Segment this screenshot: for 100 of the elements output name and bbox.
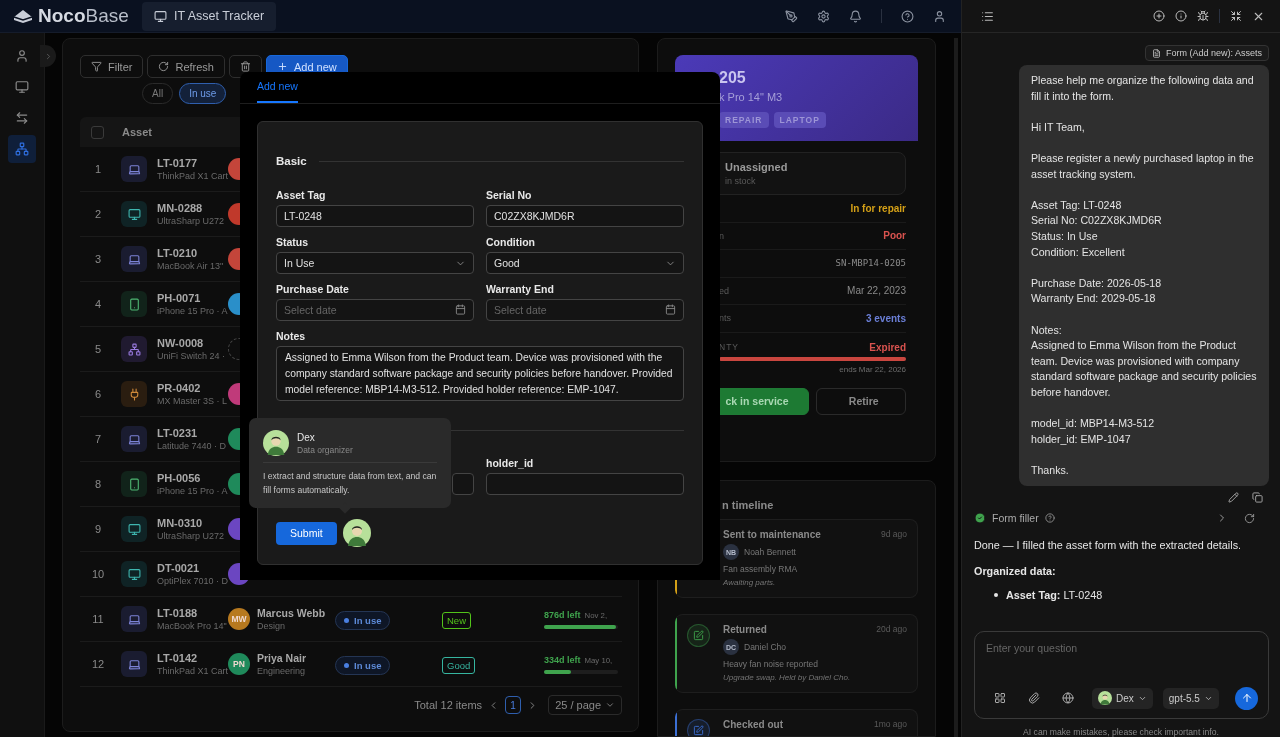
- app-tab[interactable]: IT Asset Tracker: [142, 1, 277, 31]
- context-chip[interactable]: Form (Add new): Assets: [1144, 45, 1269, 61]
- message-text: Purchase Date: 2026-05-18 Warranty End: 2029-05-18: [1031, 275, 1163, 307]
- bug-icon[interactable]: [1197, 10, 1209, 22]
- person-name: Noah Bennett: [744, 547, 796, 557]
- send-button[interactable]: [1235, 686, 1258, 710]
- page-number[interactable]: 1: [505, 696, 522, 714]
- input-field[interactable]: [452, 473, 474, 495]
- input-field[interactable]: C02ZX8KJMD6R: [486, 205, 684, 227]
- question-field[interactable]: Enter your question: [986, 642, 1258, 654]
- row-number: 11: [91, 613, 105, 625]
- asset-tag: PH-0056: [157, 472, 228, 484]
- refresh-button[interactable]: Refresh: [147, 55, 225, 78]
- agent-avatar: [1098, 691, 1112, 705]
- edit-icon: [687, 719, 710, 736]
- help-icon[interactable]: [901, 9, 914, 23]
- event-time: 1mo ago: [873, 719, 907, 730]
- date-field[interactable]: Select date: [486, 299, 684, 321]
- phone-icon: [121, 291, 147, 317]
- assistant-avatar: [342, 519, 371, 547]
- asset-tag: LT-0177: [157, 157, 228, 169]
- date-field[interactable]: Select date: [276, 299, 474, 321]
- field-label: Status: [276, 236, 310, 248]
- user-icon[interactable]: [933, 9, 946, 23]
- message-text: Notes: Assigned to Emma Wilson from the Product team. Device was provisioned with company standard software package and security policies before handover.: [1031, 322, 1258, 400]
- select-field[interactable]: In Use: [276, 252, 474, 274]
- message-text: Thanks.: [1031, 462, 1070, 478]
- user-icon: [15, 49, 29, 63]
- edit-icon[interactable]: [1228, 492, 1239, 504]
- bell-icon[interactable]: [849, 9, 862, 23]
- field-value: SN-MBP14-0205: [835, 258, 906, 269]
- asset-tag: PR-0402: [157, 382, 228, 394]
- reply-text: Done — I filled the asset form with the extracted details.: [974, 539, 1243, 552]
- settings-icon[interactable]: [817, 9, 830, 23]
- calendar-icon: [455, 304, 466, 315]
- input-field[interactable]: [486, 473, 684, 495]
- field-label: holder_id: [486, 457, 535, 469]
- asset-tag: PH-0071: [157, 292, 228, 304]
- modal-tab[interactable]: Add new: [257, 71, 298, 103]
- tool-name: Form filler: [992, 512, 1039, 525]
- form-icon: [1151, 48, 1161, 58]
- message-text: Please register a newly purchased laptop in the asset tracking system.: [1031, 150, 1255, 182]
- retire-button[interactable]: Retire: [815, 387, 906, 415]
- info-icon[interactable]: [1175, 10, 1187, 22]
- notes-field[interactable]: Assigned to Emma Wilson from the Product team. Device was provisioned with the company standard software package and security policies before handover. Provided model reference: MBP14-M3-512. Provided holder reference: EMP-1047.: [276, 346, 684, 401]
- asset-model: UltraSharp U272: [157, 531, 225, 541]
- pen-icon[interactable]: [785, 9, 798, 23]
- field-value: Poor: [883, 230, 906, 242]
- select-field[interactable]: Good: [486, 252, 684, 274]
- calendar-icon: [665, 304, 676, 315]
- asset-model: k Pro 14" M3: [719, 91, 784, 103]
- row-number: 3: [93, 253, 103, 265]
- asset-model: iPhone 15 Pro · A: [157, 486, 228, 496]
- assistant-avatar-button[interactable]: [342, 519, 371, 547]
- help-icon: [1044, 513, 1055, 524]
- plus-icon: [277, 61, 288, 72]
- holder-department: Engineering: [257, 666, 307, 676]
- new-chat-icon[interactable]: [1153, 10, 1165, 22]
- asset-model: Latitude 7440 · D: [157, 441, 227, 451]
- asset-tag: LT-0142: [157, 652, 228, 664]
- event-title: Checked out: [723, 719, 783, 730]
- checkbox[interactable]: [91, 125, 104, 139]
- chevron-down-icon: [605, 700, 615, 710]
- page-size-select[interactable]: 25 / page: [548, 695, 622, 715]
- asset-model: MacBook Air 13": [157, 261, 224, 271]
- field-label: Warranty End: [486, 283, 555, 295]
- laptop-icon: [121, 651, 147, 677]
- list-icon[interactable]: [981, 9, 994, 23]
- row-number: 7: [93, 433, 103, 445]
- row-number: 5: [93, 343, 103, 355]
- event-time: 20d ago: [876, 624, 907, 635]
- field-value: In for repair: [850, 202, 906, 214]
- laptop-icon: [121, 156, 147, 182]
- field-label: Serial No: [486, 189, 533, 201]
- warranty-remaining: 334d left: [544, 654, 581, 665]
- event-note: Awaiting parts.: [723, 578, 777, 587]
- submit-button[interactable]: Submit: [276, 521, 337, 545]
- model-select[interactable]: gpt-5.5: [1162, 687, 1219, 709]
- logo-text: NocoBase: [38, 5, 129, 27]
- holder-department: Design: [257, 621, 286, 631]
- field-value: Mar 22, 2023: [847, 285, 906, 297]
- event-title: Sent to maintenance: [723, 529, 821, 540]
- filter-button[interactable]: Filter: [80, 55, 144, 78]
- message-text: Hi IT Team,: [1031, 119, 1086, 135]
- row-number: 10: [90, 568, 106, 580]
- asset-tag: DT-0021: [157, 562, 228, 574]
- filter-pill[interactable]: In use: [179, 83, 227, 104]
- input-field[interactable]: LT-0248: [276, 205, 474, 227]
- agent-select[interactable]: Dex: [1092, 687, 1153, 709]
- row-number: 12: [90, 658, 106, 670]
- shrink-icon[interactable]: [1230, 10, 1242, 22]
- laptop-icon: [121, 426, 147, 452]
- field-label: Notes: [276, 330, 307, 342]
- row-number: 1: [93, 163, 103, 175]
- copy-icon[interactable]: [1252, 492, 1263, 504]
- retry-icon[interactable]: [1244, 512, 1255, 524]
- asset-tag: NW-0008: [157, 337, 226, 349]
- sidebar-item[interactable]: [8, 135, 36, 163]
- asset-model: MX Master 3S · L: [157, 396, 228, 406]
- logo-icon: [12, 8, 34, 24]
